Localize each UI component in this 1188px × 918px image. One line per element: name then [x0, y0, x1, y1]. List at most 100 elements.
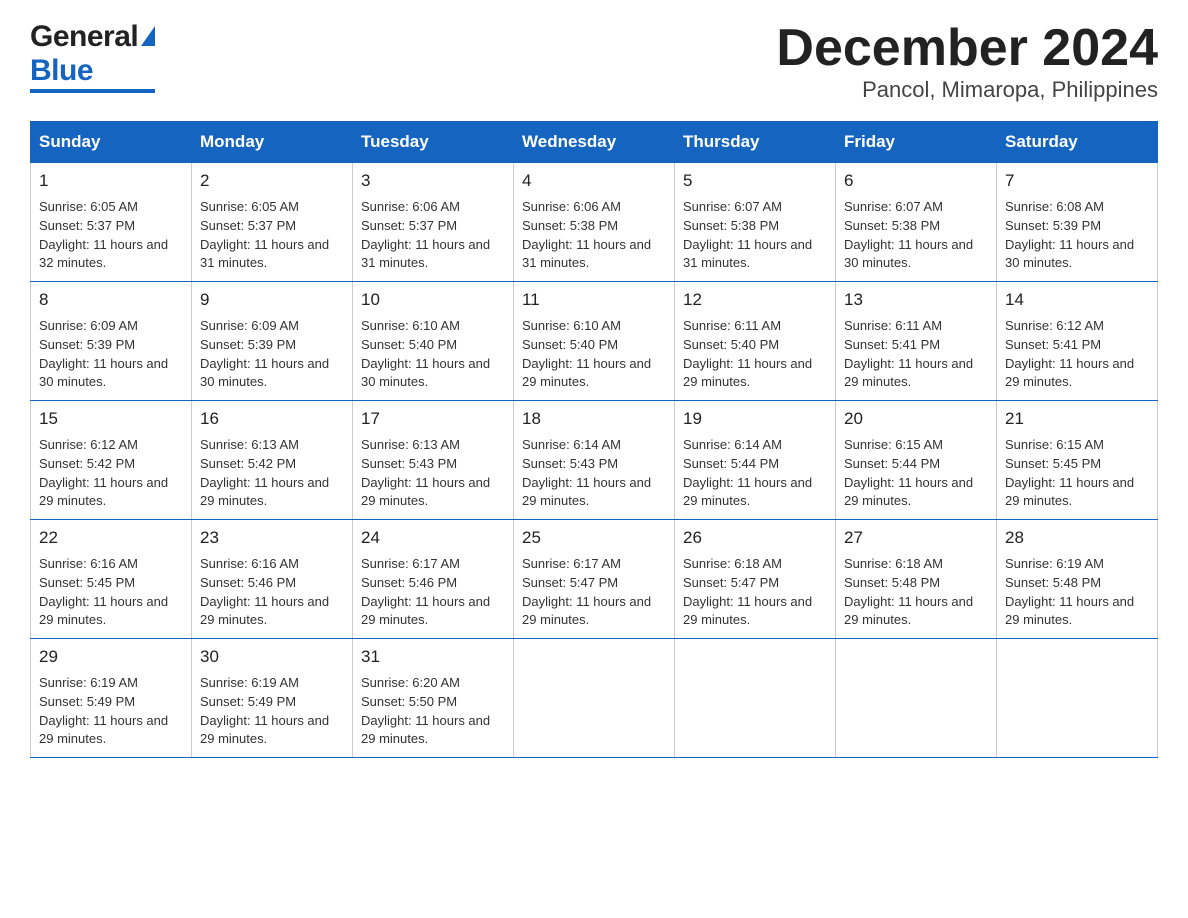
logo-blue-text: Blue	[30, 54, 93, 88]
day-info: Sunrise: 6:06 AMSunset: 5:38 PMDaylight:…	[522, 199, 651, 271]
day-info: Sunrise: 6:13 AMSunset: 5:42 PMDaylight:…	[200, 437, 329, 509]
day-number: 23	[200, 526, 344, 551]
logo-underline	[30, 89, 155, 93]
day-info: Sunrise: 6:15 AMSunset: 5:44 PMDaylight:…	[844, 437, 973, 509]
calendar-cell: 18 Sunrise: 6:14 AMSunset: 5:43 PMDaylig…	[514, 401, 675, 520]
calendar-cell: 11 Sunrise: 6:10 AMSunset: 5:40 PMDaylig…	[514, 282, 675, 401]
calendar-cell: 2 Sunrise: 6:05 AMSunset: 5:37 PMDayligh…	[192, 163, 353, 282]
calendar-cell: 17 Sunrise: 6:13 AMSunset: 5:43 PMDaylig…	[353, 401, 514, 520]
day-info: Sunrise: 6:19 AMSunset: 5:49 PMDaylight:…	[200, 675, 329, 747]
calendar-cell: 22 Sunrise: 6:16 AMSunset: 5:45 PMDaylig…	[31, 520, 192, 639]
col-tuesday: Tuesday	[353, 122, 514, 163]
day-info: Sunrise: 6:12 AMSunset: 5:42 PMDaylight:…	[39, 437, 168, 509]
calendar-cell: 5 Sunrise: 6:07 AMSunset: 5:38 PMDayligh…	[675, 163, 836, 282]
day-number: 26	[683, 526, 827, 551]
calendar-cell	[997, 639, 1158, 758]
calendar-cell: 13 Sunrise: 6:11 AMSunset: 5:41 PMDaylig…	[836, 282, 997, 401]
day-number: 21	[1005, 407, 1149, 432]
calendar-cell: 14 Sunrise: 6:12 AMSunset: 5:41 PMDaylig…	[997, 282, 1158, 401]
day-number: 3	[361, 169, 505, 194]
col-wednesday: Wednesday	[514, 122, 675, 163]
day-number: 14	[1005, 288, 1149, 313]
day-info: Sunrise: 6:11 AMSunset: 5:41 PMDaylight:…	[844, 318, 973, 390]
day-number: 31	[361, 645, 505, 670]
calendar-cell: 6 Sunrise: 6:07 AMSunset: 5:38 PMDayligh…	[836, 163, 997, 282]
day-number: 13	[844, 288, 988, 313]
day-info: Sunrise: 6:07 AMSunset: 5:38 PMDaylight:…	[844, 199, 973, 271]
day-info: Sunrise: 6:20 AMSunset: 5:50 PMDaylight:…	[361, 675, 490, 747]
calendar-cell	[675, 639, 836, 758]
day-number: 7	[1005, 169, 1149, 194]
col-thursday: Thursday	[675, 122, 836, 163]
day-info: Sunrise: 6:06 AMSunset: 5:37 PMDaylight:…	[361, 199, 490, 271]
day-number: 16	[200, 407, 344, 432]
day-number: 9	[200, 288, 344, 313]
day-info: Sunrise: 6:16 AMSunset: 5:45 PMDaylight:…	[39, 556, 168, 628]
calendar-cell: 9 Sunrise: 6:09 AMSunset: 5:39 PMDayligh…	[192, 282, 353, 401]
day-number: 8	[39, 288, 183, 313]
day-number: 15	[39, 407, 183, 432]
calendar-cell: 23 Sunrise: 6:16 AMSunset: 5:46 PMDaylig…	[192, 520, 353, 639]
day-info: Sunrise: 6:10 AMSunset: 5:40 PMDaylight:…	[522, 318, 651, 390]
day-info: Sunrise: 6:05 AMSunset: 5:37 PMDaylight:…	[200, 199, 329, 271]
day-info: Sunrise: 6:08 AMSunset: 5:39 PMDaylight:…	[1005, 199, 1134, 271]
day-info: Sunrise: 6:11 AMSunset: 5:40 PMDaylight:…	[683, 318, 812, 390]
day-info: Sunrise: 6:14 AMSunset: 5:43 PMDaylight:…	[522, 437, 651, 509]
day-info: Sunrise: 6:09 AMSunset: 5:39 PMDaylight:…	[39, 318, 168, 390]
day-number: 30	[200, 645, 344, 670]
day-number: 25	[522, 526, 666, 551]
calendar-cell: 16 Sunrise: 6:13 AMSunset: 5:42 PMDaylig…	[192, 401, 353, 520]
day-info: Sunrise: 6:16 AMSunset: 5:46 PMDaylight:…	[200, 556, 329, 628]
calendar-cell: 30 Sunrise: 6:19 AMSunset: 5:49 PMDaylig…	[192, 639, 353, 758]
day-info: Sunrise: 6:19 AMSunset: 5:48 PMDaylight:…	[1005, 556, 1134, 628]
col-saturday: Saturday	[997, 122, 1158, 163]
day-number: 11	[522, 288, 666, 313]
day-info: Sunrise: 6:17 AMSunset: 5:47 PMDaylight:…	[522, 556, 651, 628]
logo: General Blue	[30, 20, 155, 93]
calendar-cell	[514, 639, 675, 758]
day-number: 2	[200, 169, 344, 194]
day-number: 4	[522, 169, 666, 194]
calendar-week-1: 1 Sunrise: 6:05 AMSunset: 5:37 PMDayligh…	[31, 163, 1158, 282]
calendar-table: Sunday Monday Tuesday Wednesday Thursday…	[30, 121, 1158, 758]
day-number: 27	[844, 526, 988, 551]
calendar-week-3: 15 Sunrise: 6:12 AMSunset: 5:42 PMDaylig…	[31, 401, 1158, 520]
day-info: Sunrise: 6:10 AMSunset: 5:40 PMDaylight:…	[361, 318, 490, 390]
calendar-cell: 27 Sunrise: 6:18 AMSunset: 5:48 PMDaylig…	[836, 520, 997, 639]
day-info: Sunrise: 6:13 AMSunset: 5:43 PMDaylight:…	[361, 437, 490, 509]
day-number: 28	[1005, 526, 1149, 551]
title-block: December 2024 Pancol, Mimaropa, Philippi…	[776, 20, 1158, 103]
logo-general-text: General	[30, 20, 138, 54]
calendar-cell: 25 Sunrise: 6:17 AMSunset: 5:47 PMDaylig…	[514, 520, 675, 639]
day-info: Sunrise: 6:09 AMSunset: 5:39 PMDaylight:…	[200, 318, 329, 390]
calendar-cell: 15 Sunrise: 6:12 AMSunset: 5:42 PMDaylig…	[31, 401, 192, 520]
calendar-week-2: 8 Sunrise: 6:09 AMSunset: 5:39 PMDayligh…	[31, 282, 1158, 401]
calendar-cell: 3 Sunrise: 6:06 AMSunset: 5:37 PMDayligh…	[353, 163, 514, 282]
calendar-cell: 29 Sunrise: 6:19 AMSunset: 5:49 PMDaylig…	[31, 639, 192, 758]
day-number: 17	[361, 407, 505, 432]
col-sunday: Sunday	[31, 122, 192, 163]
calendar-cell: 24 Sunrise: 6:17 AMSunset: 5:46 PMDaylig…	[353, 520, 514, 639]
calendar-cell: 7 Sunrise: 6:08 AMSunset: 5:39 PMDayligh…	[997, 163, 1158, 282]
day-info: Sunrise: 6:12 AMSunset: 5:41 PMDaylight:…	[1005, 318, 1134, 390]
calendar-cell: 12 Sunrise: 6:11 AMSunset: 5:40 PMDaylig…	[675, 282, 836, 401]
calendar-cell: 8 Sunrise: 6:09 AMSunset: 5:39 PMDayligh…	[31, 282, 192, 401]
day-info: Sunrise: 6:15 AMSunset: 5:45 PMDaylight:…	[1005, 437, 1134, 509]
calendar-week-5: 29 Sunrise: 6:19 AMSunset: 5:49 PMDaylig…	[31, 639, 1158, 758]
day-info: Sunrise: 6:14 AMSunset: 5:44 PMDaylight:…	[683, 437, 812, 509]
calendar-cell: 26 Sunrise: 6:18 AMSunset: 5:47 PMDaylig…	[675, 520, 836, 639]
calendar-subtitle: Pancol, Mimaropa, Philippines	[776, 77, 1158, 103]
day-info: Sunrise: 6:05 AMSunset: 5:37 PMDaylight:…	[39, 199, 168, 271]
day-number: 18	[522, 407, 666, 432]
calendar-cell: 1 Sunrise: 6:05 AMSunset: 5:37 PMDayligh…	[31, 163, 192, 282]
day-number: 24	[361, 526, 505, 551]
calendar-week-4: 22 Sunrise: 6:16 AMSunset: 5:45 PMDaylig…	[31, 520, 1158, 639]
col-friday: Friday	[836, 122, 997, 163]
day-info: Sunrise: 6:07 AMSunset: 5:38 PMDaylight:…	[683, 199, 812, 271]
day-number: 20	[844, 407, 988, 432]
day-number: 10	[361, 288, 505, 313]
day-number: 29	[39, 645, 183, 670]
col-monday: Monday	[192, 122, 353, 163]
day-number: 19	[683, 407, 827, 432]
day-number: 12	[683, 288, 827, 313]
